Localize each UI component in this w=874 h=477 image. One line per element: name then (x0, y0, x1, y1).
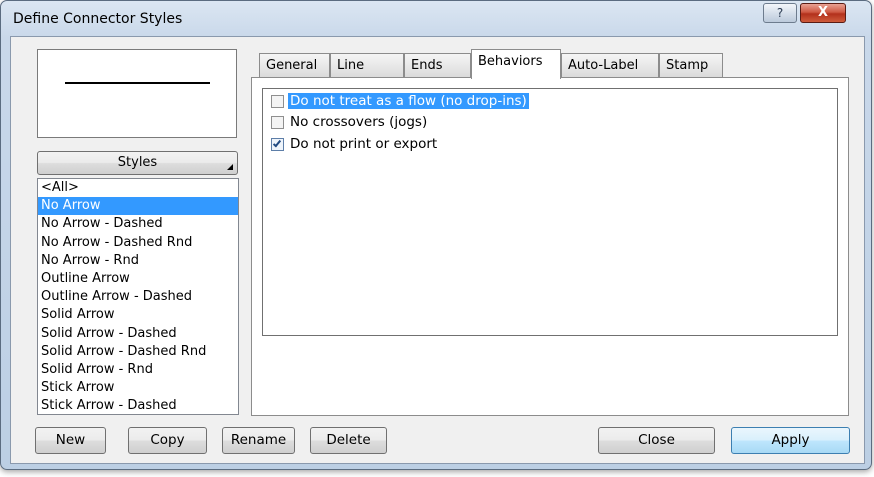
style-list-item[interactable]: No Arrow - Dashed (38, 215, 238, 233)
rename-button[interactable]: Rename (222, 427, 295, 454)
style-list-item[interactable]: No Arrow - Dashed Rnd (38, 234, 238, 252)
styles-dropdown-button[interactable]: Styles (37, 151, 238, 175)
tab-ends[interactable]: Ends (404, 53, 471, 77)
tab-auto-label[interactable]: Auto-Label (561, 53, 659, 77)
checkbox[interactable] (271, 94, 284, 108)
behaviors-options-box: Do not treat as a flow (no drop-ins) No c… (262, 88, 838, 336)
tab-general[interactable]: General (259, 53, 330, 77)
behavior-option[interactable]: No crossovers (jogs) (271, 113, 429, 131)
tab-line[interactable]: Line (330, 53, 404, 77)
behavior-option-label: Do not treat as a flow (no drop-ins) (288, 93, 529, 109)
dropdown-arrow-icon (227, 164, 233, 170)
checkmark-icon (272, 138, 282, 147)
style-preview (37, 49, 237, 138)
checkbox[interactable] (271, 137, 284, 151)
preview-line (65, 82, 210, 84)
dialog-client-area: Styles <All> No Arrow No Arrow - Dashed No … (10, 36, 865, 464)
style-list-item[interactable]: Outline Arrow - Dashed (38, 288, 238, 306)
new-button[interactable]: New (35, 427, 106, 454)
styles-dropdown-label: Styles (117, 155, 158, 170)
window-close-button[interactable]: X (800, 3, 846, 23)
window-title: Define Connector Styles (13, 11, 183, 27)
style-list-item[interactable]: Solid Arrow (38, 306, 238, 324)
behaviors-tab-panel: Do not treat as a flow (no drop-ins) No c… (251, 77, 849, 416)
style-list-item[interactable]: Stick Arrow - Dashed (38, 397, 238, 414)
style-list-item[interactable]: No Arrow - Rnd (38, 252, 238, 270)
behavior-option[interactable]: Do not treat as a flow (no drop-ins) (271, 92, 529, 110)
behavior-option-label: No crossovers (jogs) (290, 114, 428, 130)
behavior-option[interactable]: Do not print or export (271, 135, 439, 153)
apply-button[interactable]: Apply (731, 427, 850, 454)
close-button[interactable]: Close (598, 427, 715, 454)
styles-list[interactable]: <All> No Arrow No Arrow - Dashed No Arrow -… (37, 178, 239, 415)
help-button[interactable]: ? (763, 3, 797, 23)
tab-stamp[interactable]: Stamp (659, 53, 723, 77)
checkbox[interactable] (271, 115, 284, 129)
style-list-item[interactable]: <All> (38, 179, 238, 197)
delete-button[interactable]: Delete (310, 427, 387, 454)
define-connector-styles-dialog: Define Connector Styles ? X Styles <All>… (0, 0, 872, 470)
style-list-item[interactable]: Stick Arrow (38, 379, 238, 397)
style-list-item[interactable]: No Arrow (38, 197, 238, 216)
style-list-item[interactable]: Solid Arrow - Rnd (38, 361, 238, 379)
tab-behaviors[interactable]: Behaviors (471, 49, 561, 79)
style-list-item[interactable]: Outline Arrow (38, 270, 238, 288)
copy-button[interactable]: Copy (128, 427, 207, 454)
style-list-item[interactable]: Solid Arrow - Dashed Rnd (38, 343, 238, 361)
style-list-item[interactable]: Solid Arrow - Dashed (38, 325, 238, 343)
behavior-option-label: Do not print or export (290, 136, 438, 152)
